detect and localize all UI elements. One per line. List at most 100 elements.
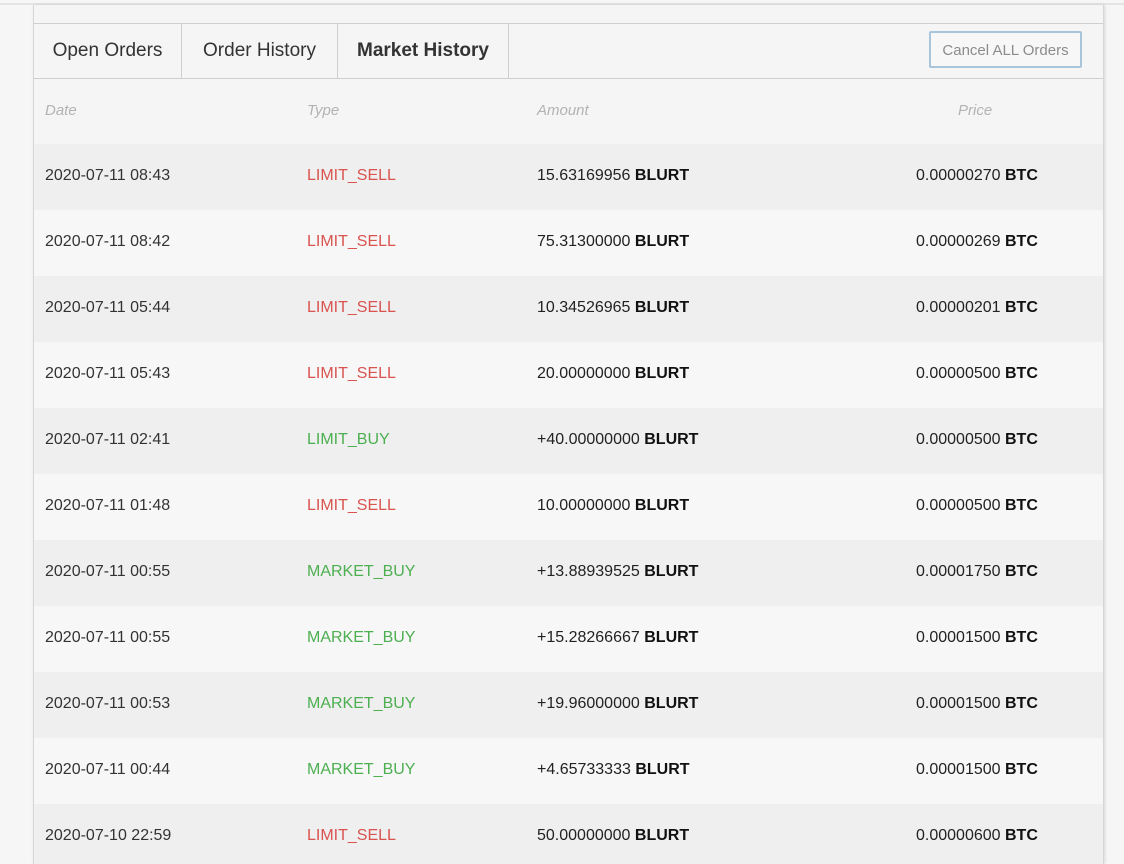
row-date: 2020-07-11 08:42 — [45, 233, 171, 250]
price-unit: BTC — [1004, 629, 1038, 646]
row-type: LIMIT_SELL — [307, 497, 396, 514]
price-value: 0.00000269 — [916, 233, 1001, 250]
amount-value: 15.63169956 — [537, 167, 631, 184]
table-row: 2020-07-11 05:44 LIMIT_SELL 10.34526965 BL… — [34, 276, 1103, 342]
amount-unit: BLURT — [634, 365, 690, 382]
price-value: 0.00000500 — [916, 497, 1001, 514]
price-value: 0.00001500 — [916, 761, 1001, 778]
amount-value: +13.88939525 — [537, 563, 640, 580]
row-date: 2020-07-11 00:44 — [45, 761, 171, 778]
price-unit: BTC — [1004, 497, 1038, 514]
amount-value: +40.00000000 — [537, 431, 640, 448]
price-unit: BTC — [1004, 365, 1038, 382]
amount-unit: BLURT — [634, 299, 690, 316]
table-row: 2020-07-11 00:44 MARKET_BUY +4.65733333 BL… — [34, 738, 1103, 804]
row-type: LIMIT_SELL — [307, 827, 396, 844]
amount-unit: BLURT — [634, 827, 690, 844]
row-date: 2020-07-11 08:43 — [45, 167, 171, 184]
table-row: 2020-07-11 01:48 LIMIT_SELL 10.00000000 BL… — [34, 474, 1103, 540]
row-type: LIMIT_BUY — [307, 431, 390, 448]
amount-unit: BLURT — [644, 695, 699, 712]
row-date: 2020-07-11 02:41 — [45, 431, 171, 448]
amount-value: 20.00000000 — [537, 365, 631, 382]
price-unit: BTC — [1004, 167, 1038, 184]
row-amount: 75.31300000 BLURT — [537, 233, 689, 251]
row-price: 0.00000500 BTC — [916, 431, 1038, 449]
row-type: LIMIT_SELL — [307, 299, 396, 316]
price-value: 0.00001500 — [916, 629, 1001, 646]
table-row: 2020-07-11 00:53 MARKET_BUY +19.96000000 B… — [34, 672, 1103, 738]
price-value: 0.00000201 — [916, 299, 1001, 316]
price-unit: BTC — [1004, 563, 1038, 580]
row-price: 0.00001500 BTC — [916, 695, 1038, 713]
orders-panel: Open Orders Order History Market History… — [33, 5, 1104, 864]
column-header-price: Price — [958, 102, 993, 119]
row-amount: 10.00000000 BLURT — [537, 497, 689, 515]
tab-market-history[interactable]: Market History — [338, 24, 509, 78]
amount-value: +19.96000000 — [537, 695, 640, 712]
row-date: 2020-07-11 00:55 — [45, 563, 171, 580]
tab-open-orders[interactable]: Open Orders — [34, 24, 182, 78]
amount-unit: BLURT — [635, 761, 690, 778]
row-price: 0.00001500 BTC — [916, 761, 1038, 779]
amount-value: +15.28266667 — [537, 629, 640, 646]
row-price: 0.00000500 BTC — [916, 365, 1038, 383]
row-type: MARKET_BUY — [307, 695, 416, 712]
table-row: 2020-07-11 08:43 LIMIT_SELL 15.63169956 BL… — [34, 144, 1103, 210]
price-unit: BTC — [1004, 827, 1038, 844]
table-header: Date Type Amount Price — [34, 78, 1103, 144]
table-row: 2020-07-11 00:55 MARKET_BUY +13.88939525 B… — [34, 540, 1103, 606]
row-date: 2020-07-11 01:48 — [45, 497, 171, 514]
row-price: 0.00001750 BTC — [916, 563, 1038, 581]
row-price: 0.00000269 BTC — [916, 233, 1038, 251]
price-value: 0.00001500 — [916, 695, 1001, 712]
row-amount: +40.00000000 BLURT — [537, 431, 698, 449]
row-date: 2020-07-11 05:43 — [45, 365, 171, 382]
price-unit: BTC — [1004, 233, 1038, 250]
row-type: MARKET_BUY — [307, 563, 416, 580]
row-date: 2020-07-11 00:53 — [45, 695, 171, 712]
column-header-type: Type — [307, 102, 340, 119]
market-history-table: 2020-07-11 08:43 LIMIT_SELL 15.63169956 BL… — [34, 144, 1103, 864]
column-header-date: Date — [45, 102, 77, 119]
table-row: 2020-07-11 05:43 LIMIT_SELL 20.00000000 BL… — [34, 342, 1103, 408]
row-type: LIMIT_SELL — [307, 233, 396, 250]
price-unit: BTC — [1004, 695, 1038, 712]
amount-unit: BLURT — [634, 497, 690, 514]
row-type: LIMIT_SELL — [307, 365, 396, 382]
table-row: 2020-07-11 08:42 LIMIT_SELL 75.31300000 BL… — [34, 210, 1103, 276]
row-amount: 15.63169956 BLURT — [537, 167, 689, 185]
row-price: 0.00000270 BTC — [916, 167, 1038, 185]
cancel-all-orders-button[interactable]: Cancel ALL Orders — [929, 31, 1082, 68]
row-price: 0.00000500 BTC — [916, 497, 1038, 515]
amount-unit: BLURT — [634, 167, 690, 184]
amount-value: 50.00000000 — [537, 827, 631, 844]
row-price: 0.00000201 BTC — [916, 299, 1038, 317]
price-value: 0.00000270 — [916, 167, 1001, 184]
amount-unit: BLURT — [634, 233, 690, 250]
table-row: 2020-07-11 02:41 LIMIT_BUY +40.00000000 BL… — [34, 408, 1103, 474]
row-amount: 10.34526965 BLURT — [537, 299, 689, 317]
row-date: 2020-07-11 05:44 — [45, 299, 171, 316]
row-date: 2020-07-10 22:59 — [45, 827, 172, 844]
column-header-amount: Amount — [537, 102, 589, 119]
table-row: 2020-07-11 00:55 MARKET_BUY +15.28266667 B… — [34, 606, 1103, 672]
price-unit: BTC — [1004, 431, 1038, 448]
amount-unit: BLURT — [644, 431, 699, 448]
amount-value: 10.00000000 — [537, 497, 631, 514]
row-amount: +4.65733333 BLURT — [537, 761, 690, 779]
row-amount: 20.00000000 BLURT — [537, 365, 689, 383]
amount-value: +4.65733333 — [537, 761, 631, 778]
price-unit: BTC — [1004, 299, 1038, 316]
tab-order-history[interactable]: Order History — [182, 24, 338, 78]
row-type: LIMIT_SELL — [307, 167, 396, 184]
price-unit: BTC — [1004, 761, 1038, 778]
row-amount: +15.28266667 BLURT — [537, 629, 698, 647]
row-amount: +19.96000000 BLURT — [537, 695, 698, 713]
row-date: 2020-07-11 00:55 — [45, 629, 171, 646]
price-value: 0.00000500 — [916, 431, 1001, 448]
row-price: 0.00000600 BTC — [916, 827, 1038, 845]
price-value: 0.00000600 — [916, 827, 1001, 844]
row-amount: +13.88939525 BLURT — [537, 563, 698, 581]
amount-value: 10.34526965 — [537, 299, 631, 316]
